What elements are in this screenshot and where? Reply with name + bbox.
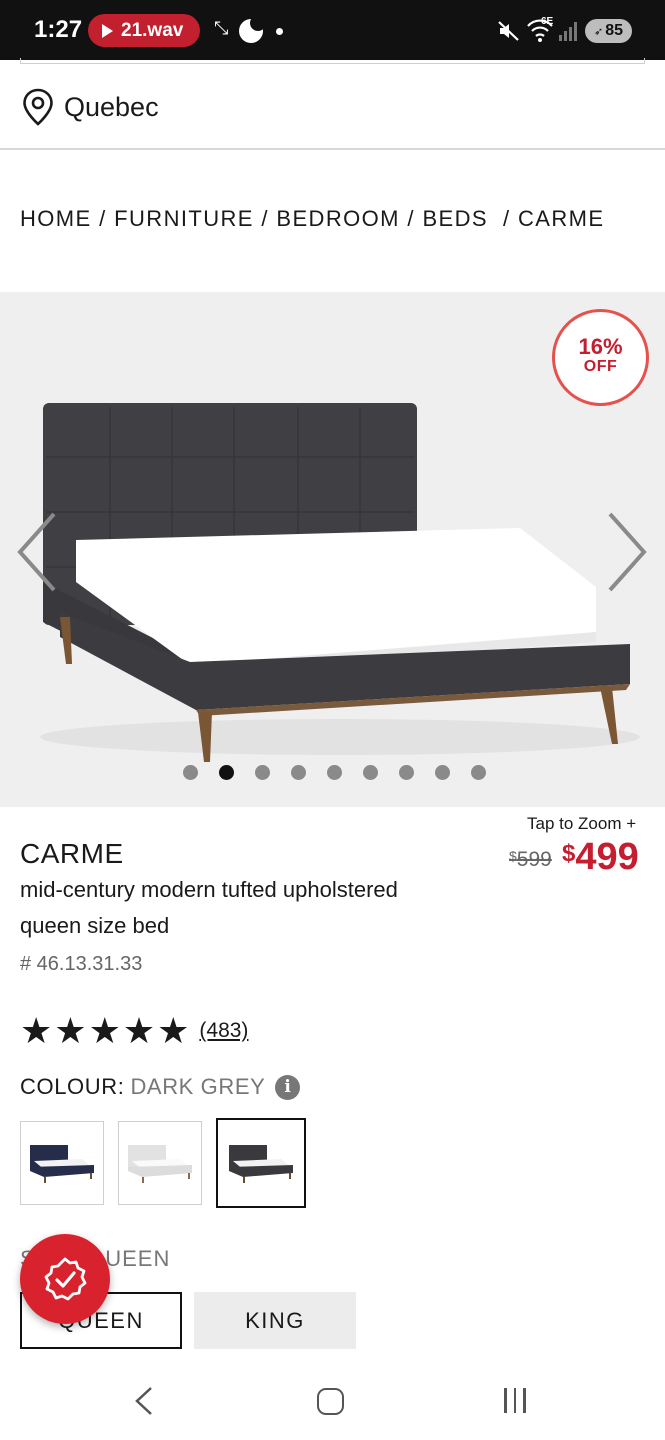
network-type: 6E: [541, 16, 554, 27]
discount-percent: 16%: [578, 334, 623, 359]
store-location-row[interactable]: Quebec: [0, 66, 665, 150]
moon-icon: [239, 15, 266, 43]
gallery-pagination: [183, 765, 486, 780]
colour-value: DARK GREY: [130, 1074, 266, 1099]
pagination-dot[interactable]: [471, 765, 486, 780]
status-time: 1:27: [34, 16, 83, 43]
star-icon: ★: [20, 1010, 53, 1051]
bed-thumbnail-navy: [30, 1145, 94, 1183]
colour-swatch-dark-grey[interactable]: [216, 1118, 306, 1208]
sale-price-currency: $: [562, 840, 576, 867]
original-price-currency: $: [509, 848, 517, 864]
badge-check-icon: [44, 1257, 87, 1301]
bed-thumbnail-dark-grey: [229, 1145, 293, 1183]
sync-icon: ⤡: [214, 18, 229, 38]
sale-price: $499: [562, 836, 639, 879]
product-description: mid-century modern tufted upholstered qu…: [20, 877, 398, 938]
recording-label: 21.wav: [121, 19, 184, 41]
pagination-dot[interactable]: [363, 765, 378, 780]
breadcrumb-furniture[interactable]: FURNITURE: [114, 206, 254, 232]
pagination-dot[interactable]: [183, 765, 198, 780]
pagination-dot[interactable]: [327, 765, 342, 780]
star-icon: ★: [88, 1010, 121, 1051]
breadcrumb-beds[interactable]: BEDS: [422, 206, 495, 232]
status-bar: 1:27 21.wav ⤡ 6E ➶ 85: [0, 0, 665, 60]
original-price: $599: [509, 848, 552, 872]
discount-label: OFF: [583, 358, 618, 375]
breadcrumb-separator: /: [253, 206, 277, 231]
sale-price-value: 499: [575, 836, 639, 878]
breadcrumb-home[interactable]: HOME: [20, 206, 92, 232]
breadcrumb-separator: /: [495, 206, 519, 231]
search-bar-edge: [20, 58, 645, 64]
floating-action-button[interactable]: [20, 1234, 110, 1324]
colour-swatches: [20, 1118, 306, 1208]
signal-icon: [559, 22, 577, 41]
star-icon: ★: [157, 1010, 190, 1051]
breadcrumb-current: CARME: [518, 206, 605, 231]
tap-to-zoom-link[interactable]: Tap to Zoom +: [527, 814, 636, 834]
star-icon: ★: [122, 1010, 156, 1051]
colour-label: COLOUR:: [20, 1074, 125, 1099]
recent-apps-icon[interactable]: [504, 1388, 526, 1413]
recording-indicator[interactable]: 21.wav: [88, 14, 200, 47]
pagination-dot[interactable]: [255, 765, 270, 780]
breadcrumb: HOME / FURNITURE / BEDROOM / BEDS / CARM…: [20, 206, 604, 232]
back-icon[interactable]: [134, 1386, 154, 1416]
bed-thumbnail-light-grey: [128, 1145, 192, 1183]
previous-image-arrow-icon[interactable]: [16, 512, 56, 592]
pagination-dot[interactable]: [291, 765, 306, 780]
location-city: Quebec: [64, 92, 159, 122]
info-icon[interactable]: i: [275, 1074, 301, 1100]
product-title: CARME: [20, 838, 124, 869]
star-icon: ★: [54, 1010, 87, 1051]
pagination-dot[interactable]: [435, 765, 450, 780]
battery-leaf-icon: ➶: [593, 25, 604, 38]
review-count-link[interactable]: (483): [199, 1019, 248, 1043]
pagination-dot[interactable]: [399, 765, 414, 780]
colour-selector-label: COLOUR: DARK GREY i: [20, 1074, 301, 1100]
location-pin-icon: [23, 88, 53, 126]
colour-swatch-light-grey[interactable]: [118, 1121, 202, 1205]
colour-swatch-navy[interactable]: [20, 1121, 104, 1205]
product-rating[interactable]: ★ ★ ★ ★ ★ (483): [20, 1013, 248, 1049]
size-option-king[interactable]: KING: [194, 1292, 356, 1349]
system-navigation-bar: [0, 1360, 665, 1440]
breadcrumb-separator: /: [399, 206, 423, 231]
original-price-value: 599: [516, 848, 552, 871]
play-icon: [102, 23, 113, 38]
breadcrumb-separator: /: [91, 206, 115, 231]
discount-badge: 16% OFF: [552, 309, 649, 406]
product-sku: # 46.13.31.33: [20, 953, 143, 975]
battery-level: 85: [605, 22, 623, 39]
pagination-dot-active[interactable]: [219, 765, 234, 780]
breadcrumb-bedroom[interactable]: BEDROOM: [276, 206, 399, 232]
home-icon[interactable]: [317, 1388, 344, 1415]
next-image-arrow-icon[interactable]: [608, 512, 648, 592]
notification-dot-icon: [276, 28, 283, 35]
mute-icon: [498, 21, 519, 41]
battery-indicator: ➶ 85: [585, 19, 632, 43]
